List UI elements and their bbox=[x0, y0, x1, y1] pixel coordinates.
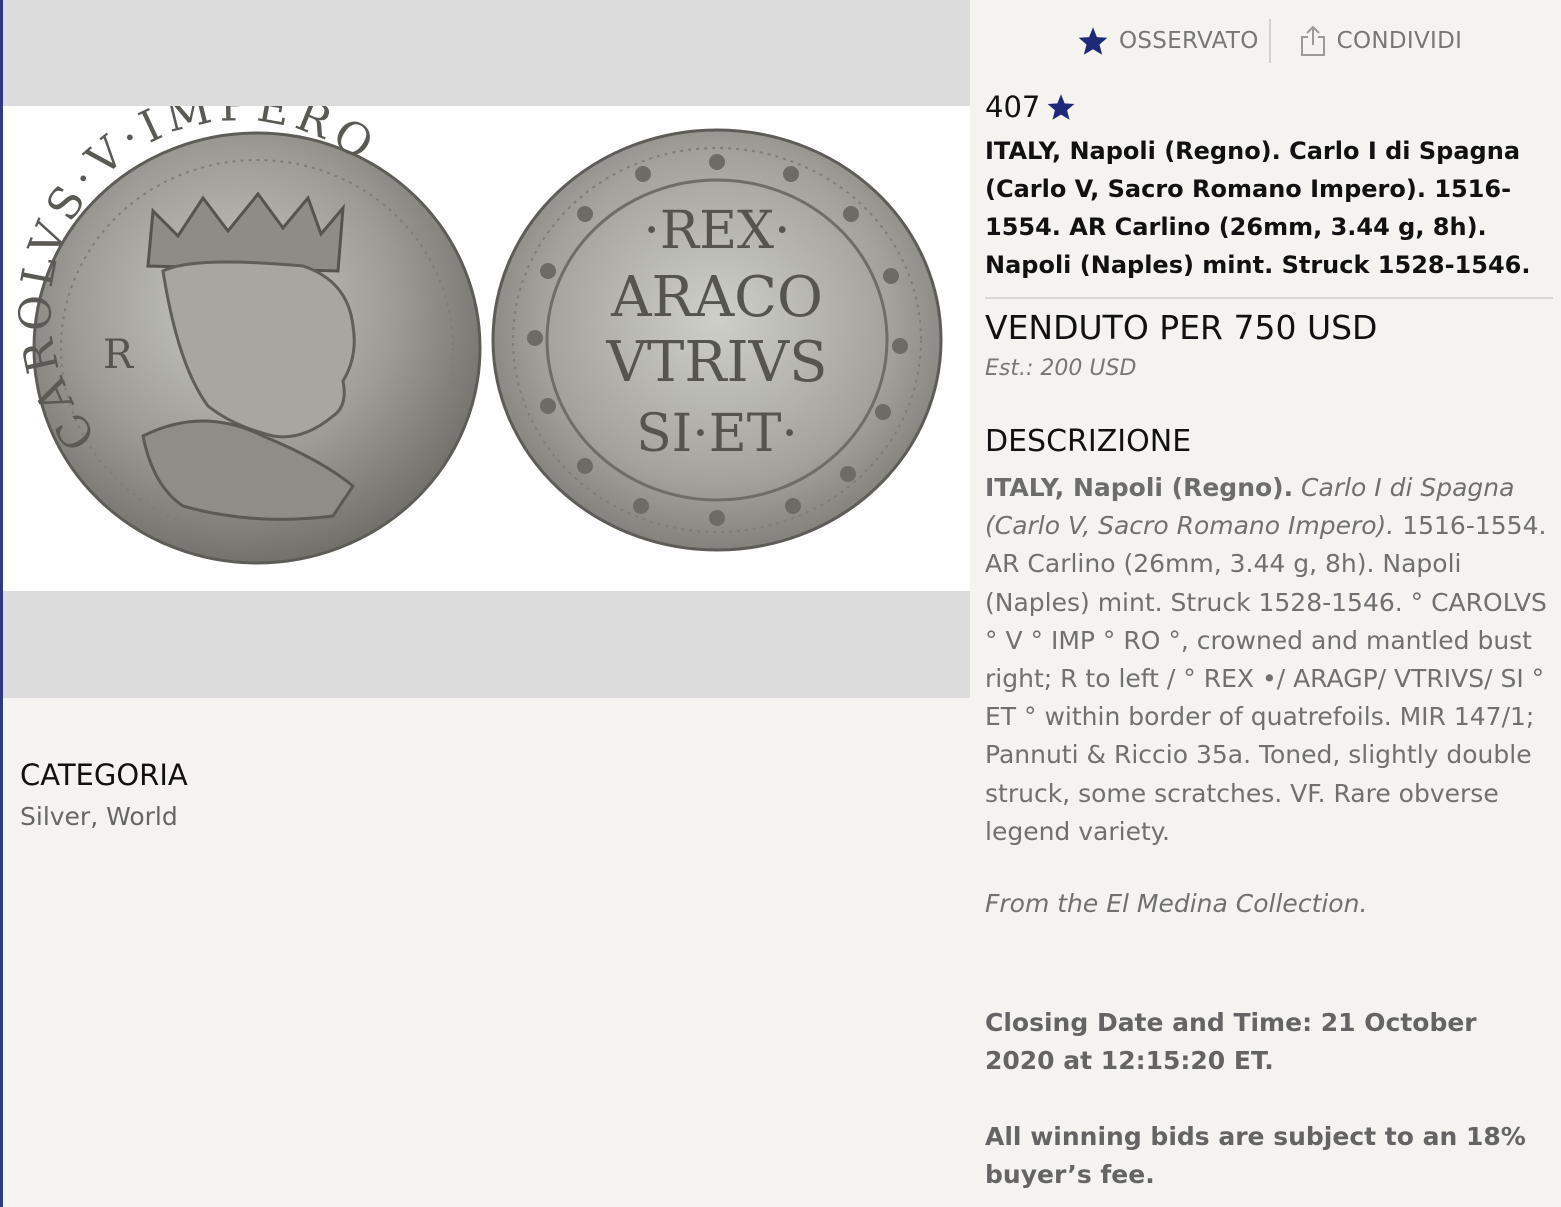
reverse-line-1: ·REX· bbox=[643, 201, 790, 261]
sold-price: VENDUTO PER 750 USD bbox=[985, 308, 1378, 347]
lot-number: 407 bbox=[985, 90, 1041, 124]
description-body: 1516-1554. AR Carlino (26mm, 3.44 g, 8h)… bbox=[985, 511, 1547, 846]
obverse-field-letter: R bbox=[103, 332, 135, 378]
category-section: CATEGORIA Silver, World bbox=[20, 758, 188, 831]
action-divider bbox=[1268, 19, 1271, 63]
watched-star-icon bbox=[1047, 94, 1075, 120]
watch-label: OSSERVATO bbox=[1119, 28, 1259, 54]
star-icon bbox=[1078, 27, 1108, 55]
share-icon bbox=[1300, 25, 1325, 56]
closing-date: Closing Date and Time: 21 October 2020 a… bbox=[985, 1008, 1477, 1075]
page: R CAROLVS·V·IMPERO ·REX· bbox=[0, 0, 1561, 1207]
reverse-line-2: ARACO bbox=[610, 265, 823, 330]
coin-obverse: R CAROLVS·V·IMPERO bbox=[10, 106, 482, 565]
coin-photo[interactable]: R CAROLVS·V·IMPERO ·REX· bbox=[3, 106, 970, 591]
description-text: ITALY, Napoli (Regno). Carlo I di Spagna… bbox=[985, 469, 1553, 851]
reverse-line-4: SI·ET· bbox=[636, 404, 798, 464]
category-heading: CATEGORIA bbox=[20, 758, 188, 792]
divider bbox=[985, 297, 1553, 299]
description-heading: DESCRIZIONE bbox=[985, 424, 1192, 459]
provenance: From the El Medina Collection. bbox=[985, 889, 1368, 918]
share-button[interactable]: CONDIVIDI bbox=[1299, 25, 1463, 57]
share-label: CONDIVIDI bbox=[1336, 28, 1463, 54]
lot-title: ITALY, Napoli (Regno). Carlo I di Spagna… bbox=[985, 137, 1531, 279]
category-value[interactable]: Silver, World bbox=[20, 802, 188, 831]
action-bar: OSSERVATO CONDIVIDI bbox=[1077, 18, 1462, 64]
coin-reverse: ·REX· ARACO VTRIVS SI·ET· bbox=[491, 128, 943, 552]
image-top-band bbox=[3, 0, 970, 106]
estimate: Est.: 200 USD bbox=[985, 356, 1137, 381]
image-bottom-band bbox=[3, 591, 970, 698]
buyers-fee-note: All winning bids are subject to an 18% b… bbox=[985, 1122, 1526, 1189]
description-lead-bold: ITALY, Napoli (Regno). bbox=[985, 473, 1294, 502]
lot-number-row: 407 bbox=[985, 90, 1076, 124]
reverse-line-3: VTRIVS bbox=[606, 330, 828, 395]
watch-button[interactable]: OSSERVATO bbox=[1077, 26, 1259, 56]
coin-image: R CAROLVS·V·IMPERO ·REX· bbox=[10, 106, 943, 565]
